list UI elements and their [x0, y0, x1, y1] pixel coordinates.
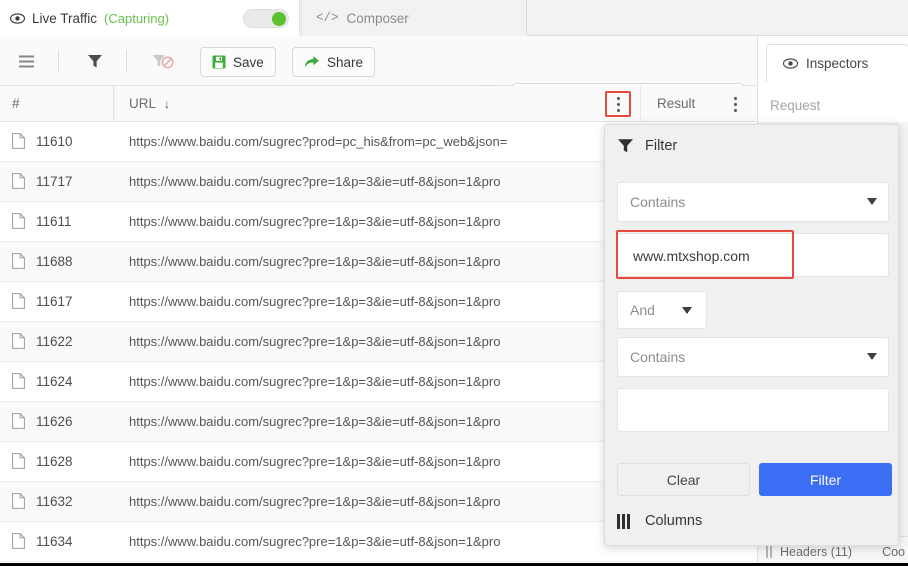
session-url: https://www.baidu.com/sugrec?pre=1&p=3&i… — [129, 414, 501, 429]
session-url: https://www.baidu.com/sugrec?pre=1&p=3&i… — [129, 454, 501, 469]
eye-icon — [783, 58, 798, 69]
column-header-result[interactable]: Result — [640, 86, 720, 121]
capture-status-text: (Capturing) — [104, 10, 170, 26]
document-icon — [12, 413, 25, 434]
session-id: 11717 — [36, 174, 73, 189]
chevron-down-icon — [682, 307, 692, 314]
filter-value-input-1[interactable] — [617, 233, 889, 278]
inspector-cookies-label[interactable]: Coo — [882, 545, 905, 559]
document-icon — [12, 173, 25, 194]
tab-live-traffic-label: Live Traffic — [32, 10, 98, 26]
session-id: 11624 — [36, 374, 73, 389]
url-column-kebab-menu-icon[interactable] — [605, 91, 631, 117]
document-icon — [12, 373, 25, 394]
kebab-menu-icon — [733, 95, 737, 113]
column-header-number-label: # — [12, 96, 20, 111]
session-id: 11632 — [36, 494, 73, 509]
filter-popover: Filter Contains And Contains Clear Filte… — [604, 124, 899, 546]
filter-value-field-1[interactable] — [631, 234, 880, 278]
filter-condition-select-1[interactable]: Contains — [617, 182, 889, 222]
inspector-subtab-request-label: Request — [770, 97, 821, 113]
document-icon — [12, 253, 25, 274]
filter-condition-select-2-value: Contains — [630, 349, 686, 365]
top-tab-bar: Live Traffic (Capturing) </> Composer — [0, 0, 908, 36]
document-icon — [12, 213, 25, 234]
filter-popover-title-label: Filter — [645, 137, 678, 154]
filter-operator-value: And — [630, 302, 655, 318]
column-header-number[interactable]: # — [0, 86, 114, 121]
session-id: 11628 — [36, 454, 73, 469]
filter-value-input-2[interactable] — [617, 388, 889, 433]
session-url: https://www.baidu.com/sugrec?pre=1&p=3&i… — [129, 174, 501, 189]
document-icon — [12, 453, 25, 474]
tab-inspectors[interactable]: Inspectors — [766, 44, 908, 82]
session-url: https://www.baidu.com/sugrec?pre=1&p=3&i… — [129, 294, 501, 309]
session-url: https://www.baidu.com/sugrec?pre=1&p=3&i… — [129, 214, 501, 229]
sort-descending-icon: ↓ — [164, 96, 171, 111]
document-icon — [12, 533, 25, 554]
filter-popover-title: Filter — [617, 137, 677, 154]
session-id: 11622 — [36, 334, 73, 349]
share-button[interactable]: Share — [292, 47, 376, 77]
columns-icon — [617, 513, 632, 529]
session-url: https://www.baidu.com/sugrec?pre=1&p=3&i… — [129, 334, 501, 349]
session-id: 11617 — [36, 294, 73, 309]
column-header-url-label: URL — [129, 96, 157, 111]
session-url: https://www.baidu.com/sugrec?prod=pc_his… — [129, 134, 508, 149]
session-id: 11611 — [36, 214, 72, 229]
capture-toggle[interactable] — [243, 9, 289, 28]
fiddler-live-traffic-window: Live Traffic (Capturing) </> Composer Sa… — [0, 0, 908, 566]
filter-condition-select-1-value: Contains — [630, 194, 686, 210]
columns-icon — [766, 545, 774, 558]
chevron-down-icon — [867, 198, 877, 205]
save-button-label: Save — [233, 54, 264, 70]
result-column-kebab-menu-icon[interactable] — [723, 91, 747, 117]
chevron-down-icon — [867, 353, 877, 360]
filter-value-field-2[interactable] — [631, 389, 880, 433]
session-id: 11634 — [36, 534, 73, 549]
filter-columns-item[interactable]: Columns — [617, 513, 702, 529]
tab-inspectors-label: Inspectors — [806, 56, 869, 71]
document-icon — [12, 493, 25, 514]
document-icon — [12, 293, 25, 314]
share-button-label: Share — [327, 54, 364, 70]
inspector-headers-label[interactable]: Headers (11) — [780, 545, 852, 559]
filter-apply-button[interactable]: Filter — [759, 463, 892, 496]
session-url: https://www.baidu.com/sugrec?pre=1&p=3&i… — [129, 494, 501, 509]
filter-clear-button-label: Clear — [666, 471, 701, 488]
funnel-disabled-icon[interactable] — [148, 48, 178, 74]
tab-composer[interactable]: </> Composer — [301, 0, 527, 36]
filter-condition-select-2[interactable]: Contains — [617, 337, 889, 377]
session-id: 11610 — [36, 134, 73, 149]
filter-clear-button[interactable]: Clear — [617, 463, 750, 496]
hamburger-menu-icon[interactable] — [14, 48, 40, 74]
session-url: https://www.baidu.com/sugrec?pre=1&p=3&i… — [129, 374, 501, 389]
save-button[interactable]: Save — [200, 47, 276, 77]
funnel-icon[interactable] — [82, 48, 108, 74]
code-icon: </> — [316, 11, 339, 25]
document-icon — [12, 333, 25, 354]
filter-columns-label: Columns — [645, 513, 703, 529]
session-url: https://www.baidu.com/sugrec?pre=1&p=3&i… — [129, 254, 501, 269]
column-header-url[interactable]: URL ↓ — [115, 86, 602, 121]
share-arrow-icon — [304, 55, 320, 69]
session-id: 11688 — [36, 254, 73, 269]
funnel-icon — [617, 137, 634, 154]
document-icon — [12, 133, 25, 154]
filter-operator-select[interactable]: And — [617, 291, 707, 329]
kebab-menu-icon — [616, 95, 620, 113]
capture-toggle-knob — [272, 11, 286, 26]
toolbar-separator-2 — [126, 50, 127, 72]
tab-composer-label: Composer — [346, 10, 409, 26]
inspector-subtab-request[interactable]: Request — [758, 88, 908, 122]
session-url: https://www.baidu.com/sugrec?pre=1&p=3&i… — [129, 534, 501, 549]
column-header-result-label: Result — [657, 96, 696, 111]
session-id: 11626 — [36, 414, 73, 429]
eye-icon — [10, 12, 25, 24]
filter-apply-button-label: Filter — [809, 471, 842, 488]
toolbar-separator-1 — [58, 50, 59, 72]
save-disk-icon — [212, 55, 226, 69]
